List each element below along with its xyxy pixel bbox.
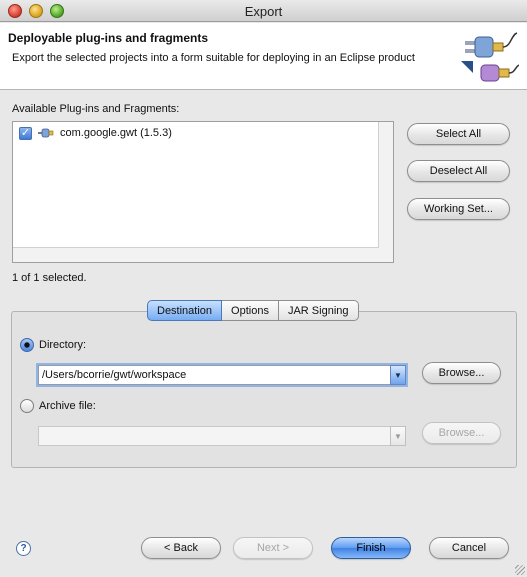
plugin-icon bbox=[38, 128, 54, 138]
wizard-banner: Deployable plug-ins and fragments Export… bbox=[0, 23, 527, 90]
plugin-checkbox[interactable]: ✓ bbox=[19, 126, 32, 140]
finish-button[interactable]: Finish bbox=[331, 537, 411, 559]
directory-label: Directory: bbox=[39, 339, 87, 351]
directory-value: /Users/bcorrie/gwt/workspace bbox=[42, 369, 187, 381]
chevron-down-icon[interactable]: ▼ bbox=[390, 426, 406, 446]
plugins-list[interactable]: ✓ com.google.gwt (1.5.3) bbox=[12, 121, 394, 263]
browse-archive-button[interactable]: Browse... bbox=[422, 422, 501, 444]
cancel-button[interactable]: Cancel bbox=[429, 537, 509, 559]
wizard-page-title: Deployable plug-ins and fragments bbox=[8, 31, 209, 45]
back-button[interactable]: < Back bbox=[141, 537, 221, 559]
directory-radio[interactable] bbox=[20, 338, 34, 352]
export-dialog: Export Deployable plug-ins and fragments… bbox=[0, 0, 527, 577]
browse-directory-button[interactable]: Browse... bbox=[422, 362, 501, 384]
export-tabs: Destination Options JAR Signing bbox=[147, 300, 359, 321]
plugin-name: com.google.gwt (1.5.3) bbox=[60, 127, 172, 139]
plugins-list-label: Available Plug-ins and Fragments: bbox=[12, 103, 180, 115]
wizard-page-description: Export the selected projects into a form… bbox=[12, 52, 415, 64]
help-icon[interactable]: ? bbox=[16, 541, 31, 556]
deselect-all-button[interactable]: Deselect All bbox=[407, 160, 510, 182]
tab-destination[interactable]: Destination bbox=[147, 300, 223, 321]
next-button[interactable]: Next > bbox=[233, 537, 313, 559]
directory-combo[interactable]: /Users/bcorrie/gwt/workspace ▼ bbox=[38, 365, 406, 385]
title-bar: Export bbox=[0, 0, 527, 22]
plugin-export-wizard-icon bbox=[461, 32, 519, 82]
tab-jar-signing[interactable]: JAR Signing bbox=[278, 300, 359, 321]
selection-status: 1 of 1 selected. bbox=[12, 272, 87, 284]
archive-file-label: Archive file: bbox=[39, 400, 96, 412]
window-title: Export bbox=[244, 4, 283, 19]
tab-options[interactable]: Options bbox=[222, 300, 279, 321]
list-item[interactable]: ✓ com.google.gwt (1.5.3) bbox=[19, 125, 172, 141]
archive-file-combo[interactable]: ▼ bbox=[38, 426, 406, 446]
select-all-button[interactable]: Select All bbox=[407, 123, 510, 145]
resize-grip[interactable] bbox=[515, 565, 525, 575]
list-vertical-scrollbar[interactable] bbox=[378, 122, 393, 262]
chevron-down-icon[interactable]: ▼ bbox=[390, 365, 406, 385]
archive-file-radio[interactable] bbox=[20, 399, 34, 413]
working-set-button[interactable]: Working Set... bbox=[407, 198, 510, 220]
list-horizontal-scrollbar[interactable] bbox=[13, 247, 379, 262]
